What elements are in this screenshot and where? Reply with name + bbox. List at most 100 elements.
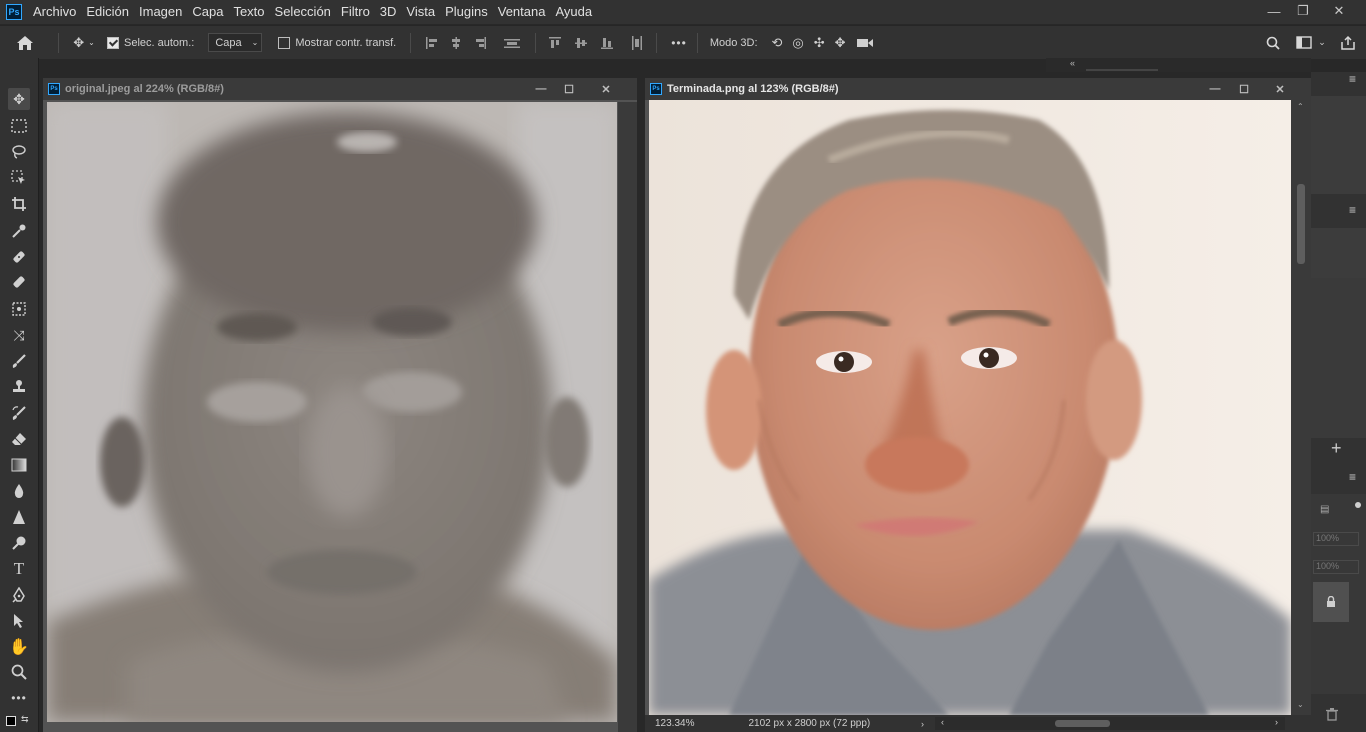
layers-panel-collapsed: ▤ 100% 100% xyxy=(1311,494,1366,694)
doc-maximize-button[interactable]: ☐ xyxy=(555,78,583,100)
window-restore-button[interactable]: ❐ xyxy=(1288,0,1318,22)
fill-field[interactable]: 100% xyxy=(1313,560,1359,574)
search-button[interactable] xyxy=(1263,26,1283,59)
scroll-left-icon[interactable]: ‹ xyxy=(941,717,944,727)
move-tool[interactable]: ✥ xyxy=(8,88,30,110)
dodge-tool[interactable] xyxy=(8,532,30,554)
add-icon[interactable]: + xyxy=(1331,438,1342,459)
panel-menu-icon[interactable]: ≡ xyxy=(1349,203,1356,217)
menu-filtro[interactable]: Filtro xyxy=(336,0,375,24)
doc-close-button[interactable]: ✕ xyxy=(1266,78,1294,100)
align-top-icon[interactable] xyxy=(548,36,562,50)
doc-minimize-button[interactable]: — xyxy=(1201,78,1229,100)
content-aware-move-tool[interactable] xyxy=(8,298,30,320)
gradient-tool[interactable] xyxy=(8,454,30,476)
bandage-icon xyxy=(13,276,25,288)
status-expand-icon[interactable]: › xyxy=(921,719,924,729)
background-layer-thumbnail[interactable] xyxy=(1313,582,1349,622)
history-brush-tool[interactable] xyxy=(8,402,30,424)
move-tool-preset[interactable]: ✥ ⌄ xyxy=(67,26,101,59)
drag-3d-icon[interactable]: ✣ xyxy=(814,35,825,51)
foreground-color-swatch[interactable] xyxy=(6,716,16,726)
brush-tool[interactable] xyxy=(8,350,30,372)
sharpen-tool[interactable] xyxy=(8,506,30,528)
delete-layer-button[interactable] xyxy=(1326,708,1338,726)
eyedropper-tool[interactable] xyxy=(8,220,30,242)
camera-3d-icon[interactable] xyxy=(856,37,874,49)
zoom-level[interactable]: 123.34% xyxy=(655,718,694,729)
pen-tool[interactable] xyxy=(8,584,30,606)
layer-select[interactable]: Capa ⌄ xyxy=(208,33,263,52)
path-selection-tool[interactable] xyxy=(8,610,30,632)
scroll-up-icon[interactable]: ⌃ xyxy=(1297,102,1304,111)
panel-menu-icon[interactable]: ≡ xyxy=(1349,470,1356,484)
document-tab-terminada[interactable]: Ps Terminada.png al 123% (RGB/8#) — ☐ ✕ xyxy=(645,78,1311,100)
slide-3d-icon[interactable]: ✥ xyxy=(835,35,846,51)
menu-vista[interactable]: Vista xyxy=(401,0,440,24)
roll-3d-icon[interactable]: ◎ xyxy=(792,35,803,51)
show-transform-checkbox[interactable]: Mostrar contr. transf. xyxy=(278,26,396,59)
menu-ventana[interactable]: Ventana xyxy=(493,0,551,24)
align-bottom-icon[interactable] xyxy=(600,36,614,50)
align-vcenter-icon[interactable] xyxy=(574,36,588,50)
menu-archivo[interactable]: Archivo xyxy=(28,0,81,24)
collapse-panels-icon[interactable]: « xyxy=(1070,58,1075,68)
menu-capa[interactable]: Capa xyxy=(187,0,228,24)
hscroll-thumb[interactable] xyxy=(1055,720,1110,727)
menu-3d[interactable]: 3D xyxy=(375,0,402,24)
opacity-field[interactable]: 100% xyxy=(1313,532,1359,546)
swap-colors-icon[interactable]: ⇆ xyxy=(21,714,29,725)
menu-imagen[interactable]: Imagen xyxy=(134,0,187,24)
align-right-icon[interactable] xyxy=(473,36,487,50)
menu-plugins[interactable]: Plugins xyxy=(440,0,493,24)
zoom-tool[interactable] xyxy=(8,661,30,683)
menu-ayuda[interactable]: Ayuda xyxy=(550,0,597,24)
menu-edicion[interactable]: Edición xyxy=(81,0,134,24)
document-window-terminada: Ps Terminada.png al 123% (RGB/8#) — ☐ ✕ xyxy=(645,78,1311,732)
window-close-button[interactable]: ✕ xyxy=(1324,0,1354,22)
color-swatches[interactable]: ⇆ xyxy=(4,714,34,730)
object-select-tool[interactable] xyxy=(8,167,30,189)
align-hcenter-icon[interactable] xyxy=(449,36,463,50)
window-minimize-button[interactable]: — xyxy=(1259,0,1289,22)
menu-seleccion[interactable]: Selección xyxy=(270,0,336,24)
filter-toggle[interactable] xyxy=(1355,502,1361,508)
align-left-icon[interactable] xyxy=(425,36,439,50)
menu-texto[interactable]: Texto xyxy=(228,0,269,24)
panel-menu-icon[interactable]: ≡ xyxy=(1349,72,1356,86)
photoshop-logo[interactable]: Ps xyxy=(6,4,22,20)
crop-tool[interactable] xyxy=(8,193,30,215)
home-button[interactable] xyxy=(0,26,50,59)
workspace-switcher[interactable]: ⌄ xyxy=(1293,26,1329,59)
eraser-icon xyxy=(12,433,26,445)
share-button[interactable] xyxy=(1337,26,1359,59)
scroll-down-icon[interactable]: ⌄ xyxy=(1297,700,1304,709)
scrollbar-thumb[interactable] xyxy=(1297,184,1305,264)
restored-photo-canvas[interactable] xyxy=(649,100,1291,715)
healing-brush-tool[interactable] xyxy=(8,246,30,268)
stamp-tool[interactable] xyxy=(8,376,30,398)
doc-close-button[interactable]: ✕ xyxy=(592,78,620,100)
vertical-scrollbar[interactable]: ⌃ ⌄ xyxy=(1291,100,1311,715)
blur-tool[interactable] xyxy=(8,480,30,502)
horizontal-scrollbar[interactable]: ‹ › xyxy=(935,717,1285,730)
lasso-tool[interactable] xyxy=(8,141,30,163)
more-options-button[interactable]: ••• xyxy=(671,26,687,59)
distribute-horizontal-icon[interactable] xyxy=(630,35,644,51)
patch-tool[interactable] xyxy=(8,271,30,293)
type-tool[interactable]: T xyxy=(8,558,30,580)
edit-toolbar-button[interactable]: ••• xyxy=(8,687,30,709)
layer-filter-icon[interactable]: ▤ xyxy=(1320,504,1329,515)
original-photo-canvas[interactable] xyxy=(47,102,617,722)
scroll-right-icon[interactable]: › xyxy=(1275,717,1278,727)
distribute-vertical-icon[interactable] xyxy=(503,36,521,50)
document-tab-original[interactable]: Ps original.jpeg al 224% (RGB/8#) — ☐ ✕ xyxy=(43,78,637,100)
red-eye-tool[interactable]: ⤨ xyxy=(8,324,30,346)
doc-maximize-button[interactable]: ☐ xyxy=(1230,78,1258,100)
doc-minimize-button[interactable]: — xyxy=(527,78,555,100)
eraser-tool[interactable] xyxy=(8,428,30,450)
marquee-tool[interactable] xyxy=(8,115,30,137)
orbit-3d-icon[interactable]: ⟲ xyxy=(772,35,783,51)
auto-select-checkbox[interactable]: Selec. autom.: xyxy=(107,26,194,59)
hand-tool[interactable]: ✋ xyxy=(8,636,30,658)
